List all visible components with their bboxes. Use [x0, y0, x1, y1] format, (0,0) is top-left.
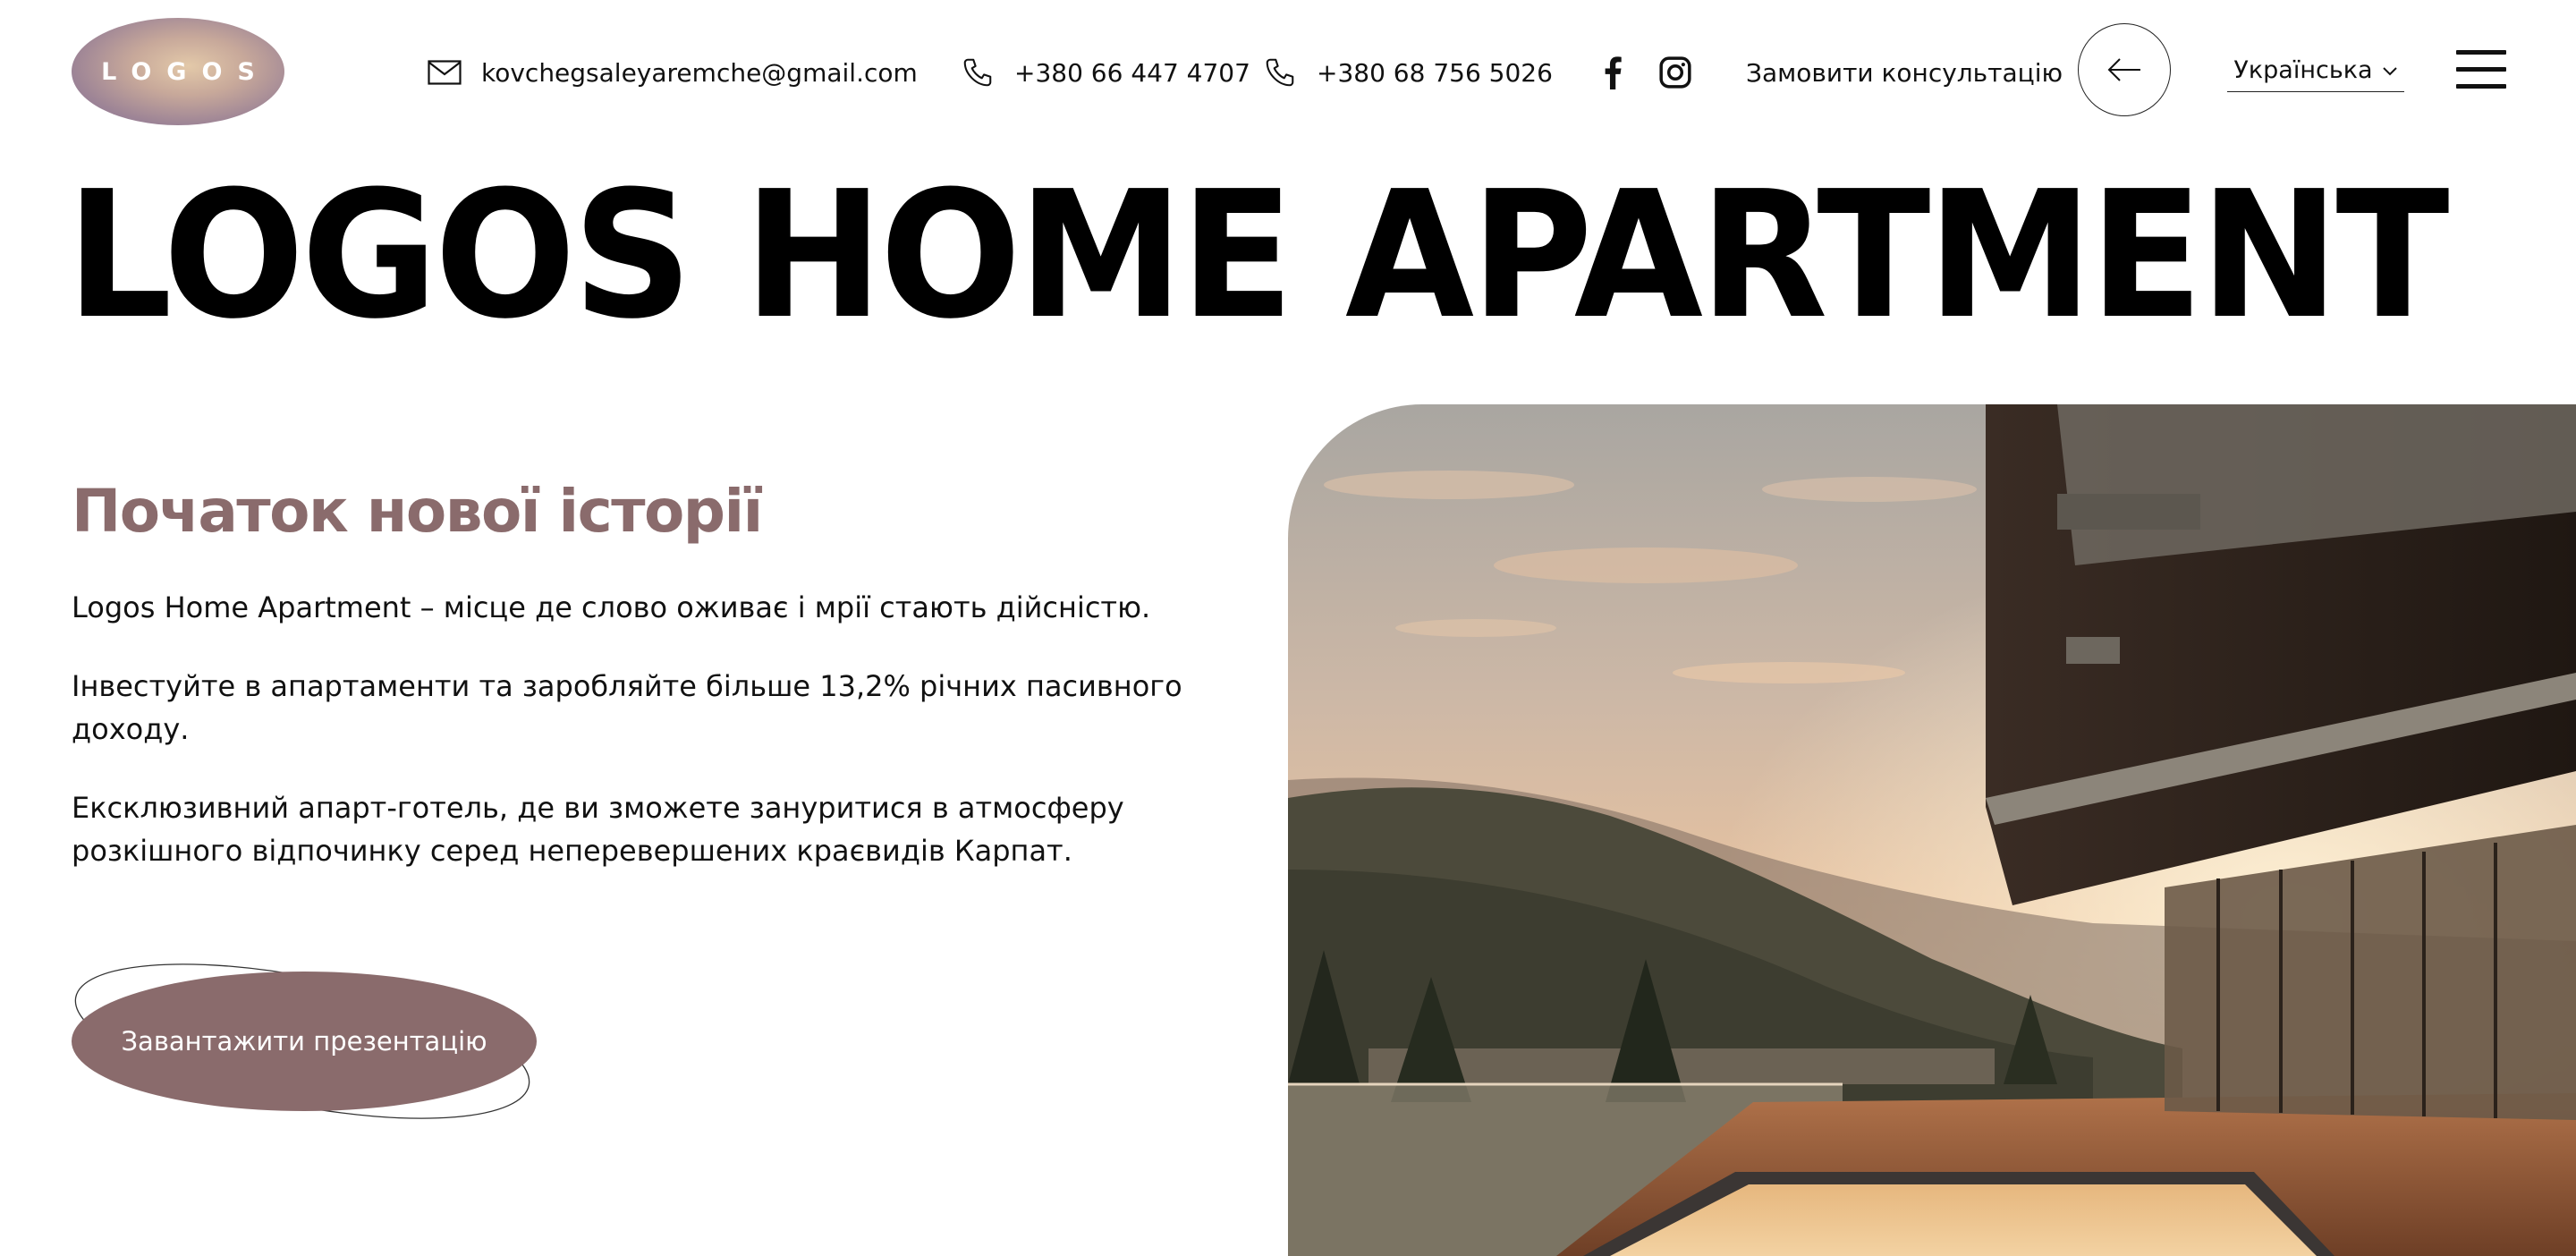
phone-link-2[interactable]: +380 68 756 5026 [1263, 54, 1553, 91]
phone-link-1[interactable]: +380 66 447 4707 [961, 54, 1250, 91]
phone-text-2: +380 68 756 5026 [1317, 57, 1553, 88]
facebook-icon [1605, 56, 1622, 89]
phone-text-1: +380 66 447 4707 [1014, 57, 1250, 88]
consultation-link[interactable]: Замовити консультацію [1746, 54, 2063, 91]
logo-text: LOGOS [101, 57, 270, 86]
phone-icon [963, 58, 992, 87]
hamburger-menu-icon[interactable] [2456, 50, 2506, 89]
investment-paragraph: Інвестуйте в апартаменти та заробляйте б… [72, 669, 1182, 746]
download-presentation-wrapper: Завантажити презентацію [72, 945, 537, 1138]
download-presentation-button[interactable]: Завантажити презентацію [72, 972, 537, 1111]
arrow-left-icon [2107, 58, 2140, 81]
mail-icon [428, 60, 462, 85]
email-text: kovchegsaleyaremche@gmail.com [481, 57, 918, 88]
consultation-arrow-button[interactable] [2078, 23, 2171, 116]
hero-image [1288, 404, 2576, 1256]
page-title: LOGOS HOME APARTMENT [66, 154, 2450, 358]
instagram-link[interactable] [1657, 54, 1694, 91]
intro-paragraph: Logos Home Apartment – місце де слово ож… [72, 590, 1151, 624]
mountain-apartment-illustration [1288, 404, 2576, 1256]
instagram-icon [1659, 56, 1691, 89]
language-select[interactable]: Українська [2227, 48, 2404, 92]
language-selected: Українська [2233, 55, 2373, 84]
description-paragraph: Ексклюзивний апарт-готель, де ви зможете… [72, 791, 1124, 868]
phone-icon [1266, 58, 1294, 87]
facebook-link[interactable] [1594, 54, 1631, 91]
email-link[interactable]: kovchegsaleyaremche@gmail.com [428, 54, 918, 91]
chevron-down-icon [2382, 67, 2397, 76]
section-subtitle: Початок нової історії [72, 477, 763, 546]
logo[interactable]: LOGOS [72, 18, 284, 125]
